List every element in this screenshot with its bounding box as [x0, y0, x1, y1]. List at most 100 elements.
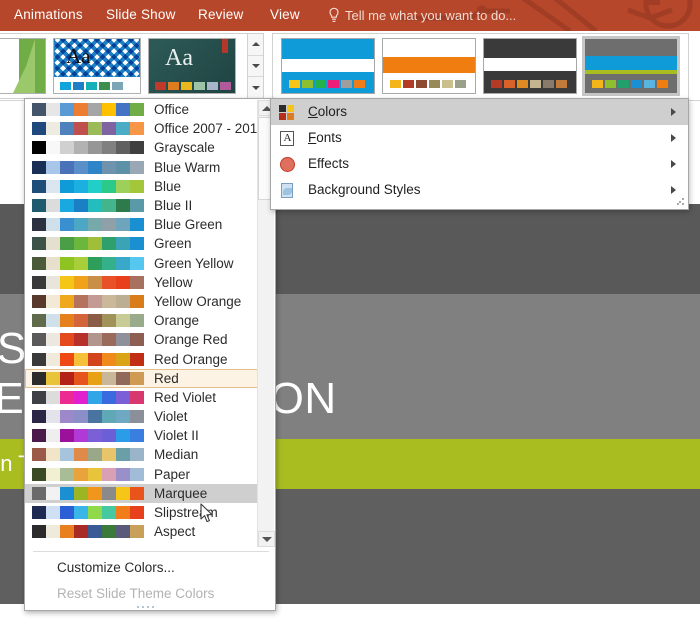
themes-gallery[interactable]: Aa Aa — [0, 33, 253, 99]
color-theme-item[interactable]: Blue Green — [25, 215, 258, 234]
color-theme-label: Office — [154, 101, 189, 118]
more-themes-icon — [252, 86, 260, 90]
submenu-arrow-icon — [671, 186, 676, 194]
color-theme-swatches — [32, 429, 144, 442]
theme-colors-list[interactable]: OfficeOffice 2007 - 2010Grayscale Blue Wa… — [25, 100, 258, 547]
menu-item-background-styles[interactable]: Background Styles — [271, 177, 688, 203]
color-theme-swatches — [32, 487, 144, 500]
color-theme-item[interactable]: Red Violet — [25, 388, 258, 407]
color-theme-label: Blue Warm — [154, 159, 220, 176]
gallery-more-button[interactable] — [248, 77, 263, 98]
color-theme-item[interactable]: Red Orange — [25, 349, 258, 368]
color-theme-label: Paper — [154, 466, 190, 483]
customize-colors-button[interactable]: Customize Colors... — [25, 554, 277, 580]
color-theme-item[interactable]: Paper — [25, 465, 258, 484]
color-theme-label: Grayscale — [154, 139, 215, 156]
color-theme-swatches — [32, 353, 144, 366]
variant-blue[interactable] — [281, 38, 375, 94]
color-theme-item[interactable]: Orange — [25, 311, 258, 330]
color-theme-item[interactable]: Slipstream — [25, 503, 258, 522]
color-theme-label: Blue Green — [154, 216, 222, 233]
menu-item-label: Colors — [308, 103, 347, 121]
color-theme-swatches — [32, 199, 144, 212]
reset-slide-theme-colors-button: Reset Slide Theme Colors — [25, 580, 277, 606]
color-theme-swatches — [32, 103, 144, 116]
color-theme-item[interactable]: Aspect — [25, 522, 258, 541]
color-theme-item[interactable]: Office 2007 - 2010 — [25, 119, 258, 138]
color-theme-swatches — [32, 525, 144, 538]
variants-gallery[interactable] — [272, 33, 689, 99]
color-theme-label: Blue II — [154, 197, 192, 214]
color-theme-label: Aspect — [154, 523, 195, 540]
effects-icon — [279, 156, 296, 173]
color-theme-item[interactable]: Blue Warm — [25, 158, 258, 177]
color-theme-swatches — [32, 410, 144, 423]
color-theme-item[interactable]: Median — [25, 445, 258, 464]
color-theme-item[interactable]: Green — [25, 234, 258, 253]
theme-thumb-swatches — [155, 82, 231, 90]
theme-thumb-green[interactable] — [0, 38, 46, 94]
theme-thumb-aa-label: Aa — [66, 44, 91, 69]
colors-icon — [279, 104, 296, 121]
color-theme-swatches — [32, 333, 144, 346]
colors-scroll-down-button[interactable] — [258, 531, 275, 547]
theme-thumb-blue-pattern[interactable]: Aa — [53, 38, 141, 94]
color-theme-item[interactable]: Orange Red — [25, 330, 258, 349]
color-theme-swatches — [32, 506, 144, 519]
color-theme-label: Red Orange — [154, 351, 228, 368]
menu-resize-grip[interactable] — [677, 198, 685, 206]
color-theme-item[interactable]: Blue II — [25, 196, 258, 215]
color-theme-swatches — [32, 237, 144, 250]
theme-colors-dropdown[interactable]: OfficeOffice 2007 - 2010Grayscale Blue Wa… — [24, 98, 276, 611]
background-styles-icon — [279, 182, 296, 199]
tab-animations[interactable]: Animations — [14, 5, 83, 25]
color-theme-item[interactable]: Office — [25, 100, 258, 119]
color-theme-item[interactable]: Violet — [25, 407, 258, 426]
color-theme-swatches — [32, 218, 144, 231]
color-theme-swatches — [32, 122, 144, 135]
scroll-down-icon — [252, 64, 260, 68]
color-theme-label: Yellow Orange — [154, 293, 241, 310]
tell-me-search-box[interactable]: Tell me what you want to do... — [345, 6, 516, 25]
color-theme-item[interactable]: Green Yellow — [25, 254, 258, 273]
color-theme-item[interactable]: Red — [25, 369, 258, 388]
color-theme-swatches — [32, 180, 144, 193]
theme-variants-menu[interactable]: Colors A Fonts Effects Background Styles — [270, 98, 689, 210]
fonts-icon: A — [279, 130, 296, 147]
panel-divider — [33, 551, 269, 552]
menu-item-label: Background Styles — [308, 181, 421, 199]
color-theme-swatches — [32, 372, 144, 385]
variant-swatches — [491, 80, 567, 88]
variant-swatches — [592, 80, 668, 88]
scroll-down-icon — [262, 537, 272, 542]
scroll-up-icon — [252, 42, 260, 46]
tab-review[interactable]: Review — [198, 5, 243, 25]
color-theme-label: Marquee — [154, 485, 207, 502]
color-theme-item[interactable]: Blue — [25, 177, 258, 196]
mouse-pointer — [200, 503, 214, 524]
tab-slide-show[interactable]: Slide Show — [106, 5, 176, 25]
color-theme-item[interactable]: Violet II — [25, 426, 258, 445]
color-theme-item[interactable]: Yellow — [25, 273, 258, 292]
themes-gallery-scroll-buttons[interactable] — [247, 33, 264, 99]
menu-item-fonts[interactable]: A Fonts — [271, 125, 688, 151]
tab-view[interactable]: View — [270, 5, 300, 25]
gallery-scroll-up-button[interactable] — [248, 34, 263, 56]
menu-item-effects[interactable]: Effects — [271, 151, 688, 177]
color-theme-swatches — [32, 314, 144, 327]
color-theme-label: Green Yellow — [154, 255, 234, 272]
variant-gray-blue[interactable] — [584, 38, 678, 94]
variant-swatches — [390, 80, 466, 88]
gallery-scroll-down-button[interactable] — [248, 56, 263, 78]
color-theme-swatches — [32, 295, 144, 308]
theme-thumb-dark-teal[interactable]: Aa — [148, 38, 236, 94]
color-theme-item[interactable]: Grayscale — [25, 138, 258, 157]
variant-dark[interactable] — [483, 38, 577, 94]
color-theme-item[interactable]: Marquee — [25, 484, 258, 503]
panel-grip[interactable] — [137, 604, 167, 610]
color-theme-label: Violet II — [154, 427, 199, 444]
color-theme-swatches — [32, 141, 144, 154]
menu-item-colors[interactable]: Colors — [271, 99, 688, 125]
color-theme-item[interactable]: Yellow Orange — [25, 292, 258, 311]
variant-orange[interactable] — [382, 38, 476, 94]
